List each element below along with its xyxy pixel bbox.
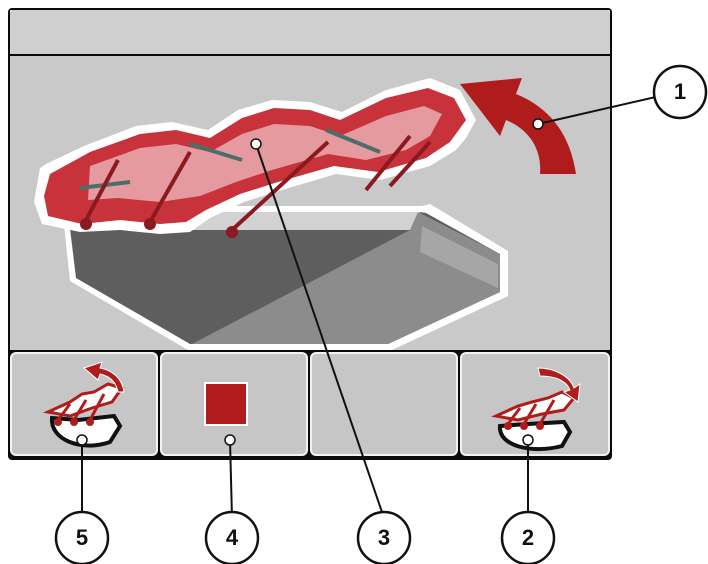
cover-rotate-open-arrow-icon	[460, 78, 576, 174]
softkey-stop[interactable]	[160, 352, 308, 456]
main-illustration-area	[10, 56, 610, 350]
title-bar	[10, 10, 610, 54]
callout-label-5: 5	[75, 525, 89, 550]
open-cover-icon	[43, 361, 125, 448]
softkey-empty[interactable]	[310, 352, 458, 456]
softkey-bar	[10, 352, 610, 458]
callout-label-4: 4	[225, 525, 239, 550]
callout-label-2: 2	[521, 525, 535, 550]
stop-square-icon	[206, 384, 246, 424]
softkey-open-cover[interactable]	[10, 352, 158, 456]
callout-label-3: 3	[377, 525, 391, 550]
hopper-cover-illustration	[34, 78, 576, 350]
close-cover-icon	[491, 367, 581, 451]
callout-label-1: 1	[673, 79, 687, 104]
softkey-close-cover[interactable]	[460, 352, 610, 456]
